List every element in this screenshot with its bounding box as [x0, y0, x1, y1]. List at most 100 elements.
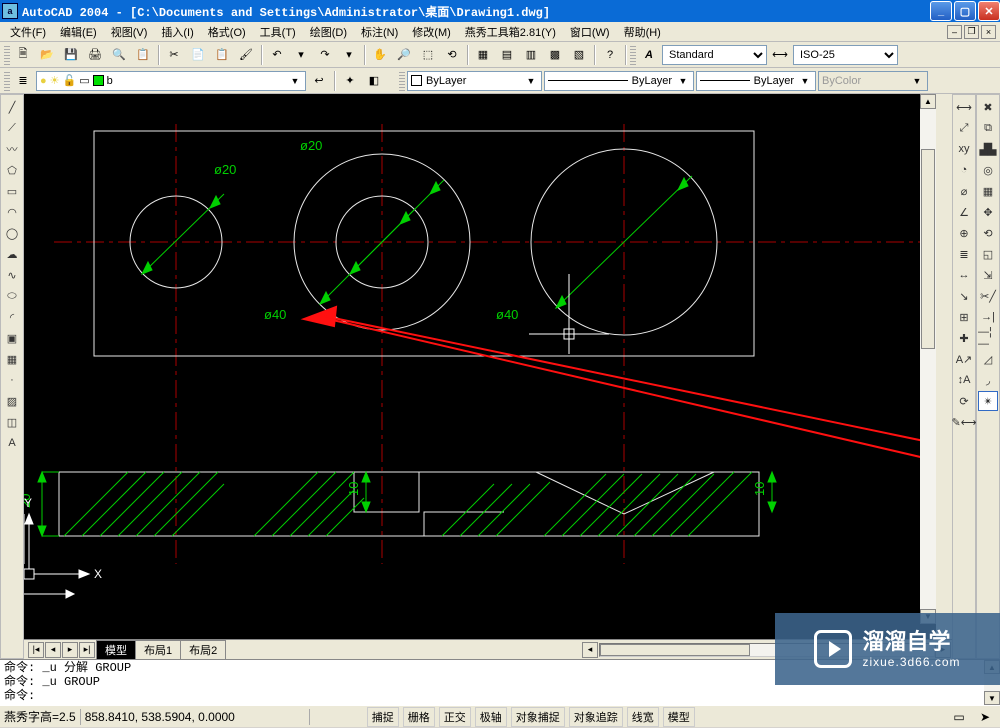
- polar-toggle[interactable]: 极轴: [475, 707, 507, 727]
- undo-drop-button[interactable]: ▾: [290, 44, 312, 66]
- zoom-window-button[interactable]: ⬚: [417, 44, 439, 66]
- pan-button[interactable]: ✋: [369, 44, 391, 66]
- block-insert-button[interactable]: ▣: [2, 328, 22, 348]
- redo-drop-button[interactable]: ▾: [338, 44, 360, 66]
- drawing-canvas[interactable]: ø20 ø20 ø40 ø40 20 10 10: [24, 94, 952, 639]
- menu-format[interactable]: 格式(O): [204, 23, 250, 41]
- mirror-button[interactable]: ▟▙: [978, 139, 998, 159]
- layer-prev-button[interactable]: ↩: [308, 70, 330, 92]
- center-mark-button[interactable]: ✚: [954, 328, 974, 348]
- mdi-close-button[interactable]: ×: [981, 25, 996, 39]
- zoom-prev-button[interactable]: ⟲: [441, 44, 463, 66]
- tab-next-button[interactable]: ▸: [62, 642, 78, 658]
- color-combo[interactable]: ByLayer ▼: [407, 71, 542, 91]
- lineweight-combo[interactable]: ByLayer ▼: [696, 71, 816, 91]
- print-button[interactable]: 🖨: [84, 44, 106, 66]
- polygon-button[interactable]: ⬠: [2, 160, 22, 180]
- mdi-minimize-button[interactable]: –: [947, 25, 962, 39]
- status-tray-icon[interactable]: ➤: [974, 706, 996, 728]
- zoom-realtime-button[interactable]: 🔎: [393, 44, 415, 66]
- open-button[interactable]: 📂: [36, 44, 58, 66]
- qleader-button[interactable]: ↘: [954, 286, 974, 306]
- tab-model[interactable]: 模型: [96, 640, 136, 659]
- stretch-button[interactable]: ⇲: [978, 265, 998, 285]
- redo-button[interactable]: ↷: [314, 44, 336, 66]
- toolbar-grip[interactable]: [630, 44, 636, 65]
- menu-dimension[interactable]: 标注(N): [357, 23, 402, 41]
- dimstyle-button[interactable]: ✎⟷: [954, 412, 974, 432]
- command-prompt[interactable]: 命令:: [4, 689, 980, 703]
- textstyle-select[interactable]: Standard: [662, 45, 767, 65]
- scroll-up-button[interactable]: ▲: [920, 94, 936, 109]
- menu-yanxiu[interactable]: 燕秀工具箱2.81(Y): [461, 23, 560, 41]
- rectangle-button[interactable]: ▭: [2, 181, 22, 201]
- spline-button[interactable]: ∿: [2, 265, 22, 285]
- line-button[interactable]: ╱: [2, 97, 22, 117]
- ellipse-arc-button[interactable]: ◜: [2, 307, 22, 327]
- extend-button[interactable]: →|: [978, 307, 998, 327]
- linetype-combo[interactable]: ByLayer ▼: [544, 71, 694, 91]
- sheetset-button[interactable]: ▧: [568, 44, 590, 66]
- xline-button[interactable]: ⟋: [2, 118, 22, 138]
- dim-update-button[interactable]: ⟳: [954, 391, 974, 411]
- region-button[interactable]: ◫: [2, 412, 22, 432]
- tab-layout1[interactable]: 布局1: [135, 640, 181, 659]
- maximize-button[interactable]: ▢: [954, 1, 976, 21]
- tolerance-button[interactable]: ⊞: [954, 307, 974, 327]
- toolbar-grip[interactable]: [4, 70, 10, 91]
- matchprop-button[interactable]: 🖌: [235, 44, 257, 66]
- minimize-button[interactable]: _: [930, 1, 952, 21]
- close-button[interactable]: ✕: [978, 1, 1000, 21]
- dim-aligned-button[interactable]: ⤢: [954, 118, 974, 138]
- revcloud-button[interactable]: ☁: [2, 244, 22, 264]
- layer-state-button[interactable]: ◧: [363, 70, 385, 92]
- snap-toggle[interactable]: 捕捉: [367, 707, 399, 727]
- publish-button[interactable]: 📋: [132, 44, 154, 66]
- toolbar-grip[interactable]: [399, 70, 405, 91]
- erase-button[interactable]: ✖: [978, 97, 998, 117]
- dim-edit-button[interactable]: A↗: [954, 349, 974, 369]
- tab-first-button[interactable]: |◂: [28, 642, 44, 658]
- trim-button[interactable]: ✂╱: [978, 286, 998, 306]
- status-tray-icon[interactable]: ▭: [948, 706, 970, 728]
- properties-button[interactable]: ▦: [472, 44, 494, 66]
- help-button[interactable]: ?: [599, 44, 621, 66]
- paste-button[interactable]: 📋: [211, 44, 233, 66]
- toolbar-grip[interactable]: [4, 44, 10, 65]
- layer-manager-button[interactable]: ≣: [12, 70, 34, 92]
- dim-continue-button[interactable]: ↔: [954, 265, 974, 285]
- hatch-button[interactable]: ▨: [2, 391, 22, 411]
- break-button[interactable]: —¦—: [978, 328, 998, 348]
- polyline-button[interactable]: 〰: [2, 139, 22, 159]
- menu-help[interactable]: 帮助(H): [620, 23, 665, 41]
- chamfer-button[interactable]: ◿: [978, 349, 998, 369]
- grid-toggle[interactable]: 栅格: [403, 707, 435, 727]
- cut-button[interactable]: ✂: [163, 44, 185, 66]
- explode-button[interactable]: ✴: [978, 391, 998, 411]
- tab-layout2[interactable]: 布局2: [180, 640, 226, 659]
- qdim-button[interactable]: ⊕: [954, 223, 974, 243]
- arc-button[interactable]: ◠: [2, 202, 22, 222]
- preview-button[interactable]: 🔍: [108, 44, 130, 66]
- mdi-restore-button[interactable]: ❐: [964, 25, 979, 39]
- model-toggle[interactable]: 模型: [663, 707, 695, 727]
- menu-tools[interactable]: 工具(T): [256, 23, 300, 41]
- tab-prev-button[interactable]: ◂: [45, 642, 61, 658]
- dim-diameter-button[interactable]: ⌀: [954, 181, 974, 201]
- rotate-button[interactable]: ⟲: [978, 223, 998, 243]
- offset-button[interactable]: ◎: [978, 160, 998, 180]
- make-layer-current-button[interactable]: ✦: [339, 70, 361, 92]
- dim-text-edit-button[interactable]: ↕A: [954, 370, 974, 390]
- block-make-button[interactable]: ▦: [2, 349, 22, 369]
- menu-window[interactable]: 窗口(W): [566, 23, 614, 41]
- menu-modify[interactable]: 修改(M): [408, 23, 455, 41]
- dim-linear-button[interactable]: ⟷: [954, 97, 974, 117]
- dim-baseline-button[interactable]: ≣: [954, 244, 974, 264]
- tab-last-button[interactable]: ▸|: [79, 642, 95, 658]
- layer-combo[interactable]: ● ☀ 🔓 ▭ b ▼: [36, 71, 306, 91]
- dim-angular-button[interactable]: ∠: [954, 202, 974, 222]
- tool-palettes-button[interactable]: ▥: [520, 44, 542, 66]
- menu-draw[interactable]: 绘图(D): [306, 23, 351, 41]
- copy-button[interactable]: 📄: [187, 44, 209, 66]
- dimstyle-select[interactable]: ISO-25: [793, 45, 898, 65]
